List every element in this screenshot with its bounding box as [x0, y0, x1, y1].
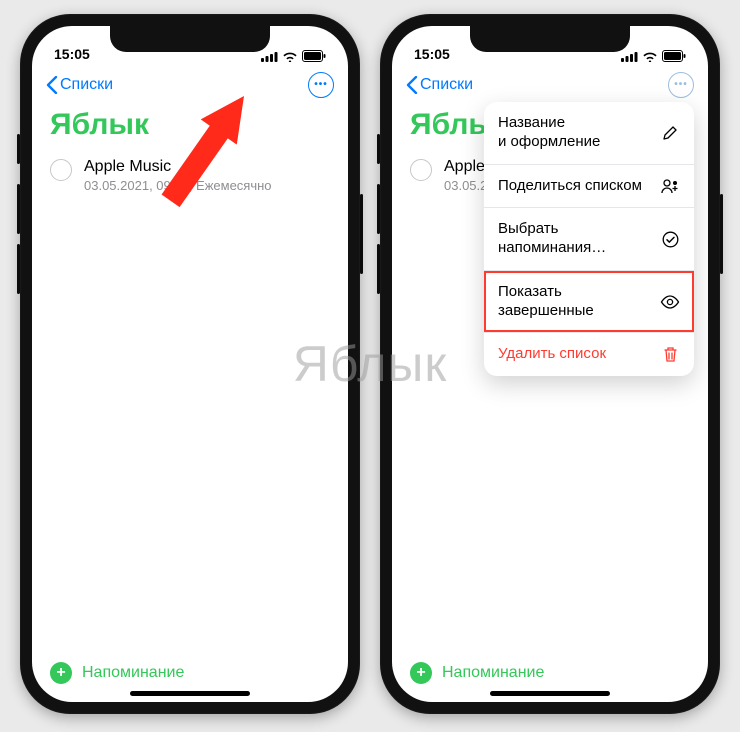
cellular-icon	[261, 51, 278, 62]
plus-icon: +	[410, 662, 432, 684]
menu-item-label: Выбрать напоминания…	[498, 220, 660, 258]
ellipsis-icon: •••	[674, 80, 688, 90]
menu-item-delete-list[interactable]: Удалить список	[484, 333, 694, 376]
menu-item-label: Название и оформление	[498, 114, 660, 152]
wifi-icon	[642, 51, 658, 62]
battery-icon	[302, 50, 326, 62]
notch	[470, 26, 630, 52]
status-time: 15:05	[54, 46, 90, 62]
complete-toggle[interactable]	[50, 159, 72, 181]
new-reminder-label: Напоминание	[442, 664, 544, 682]
ellipsis-icon: •••	[314, 80, 328, 90]
home-indicator[interactable]	[490, 691, 610, 696]
back-label: Списки	[60, 76, 113, 94]
menu-item-select-reminders[interactable]: Выбрать напоминания…	[484, 208, 694, 271]
phone-left: 15:05 Списки ••• Яблык	[20, 14, 360, 714]
new-reminder-label: Напоминание	[82, 664, 184, 682]
menu-item-name-appearance[interactable]: Название и оформление	[484, 102, 694, 165]
share-people-icon	[660, 178, 680, 194]
menu-item-label: Удалить список	[498, 345, 660, 364]
checkmark-circle-icon	[660, 231, 680, 248]
pencil-icon	[660, 125, 680, 141]
more-button[interactable]: •••	[308, 72, 334, 98]
battery-icon	[662, 50, 686, 62]
complete-toggle[interactable]	[410, 159, 432, 181]
menu-item-label: Показать завершенные	[498, 283, 660, 321]
plus-icon: +	[50, 662, 72, 684]
menu-item-share-list[interactable]: Поделиться списком	[484, 165, 694, 209]
menu-item-label: Поделиться списком	[498, 177, 660, 196]
wifi-icon	[282, 51, 298, 62]
status-icons	[621, 50, 686, 62]
menu-item-show-completed[interactable]: Показать завершенные	[484, 271, 694, 334]
phone-right: 15:05 Списки ••• Яблык	[380, 14, 720, 714]
cellular-icon	[621, 51, 638, 62]
status-icons	[261, 50, 326, 62]
home-indicator[interactable]	[130, 691, 250, 696]
back-button[interactable]: Списки	[46, 76, 113, 94]
trash-icon	[660, 346, 680, 363]
status-time: 15:05	[414, 46, 450, 62]
back-label: Списки	[420, 76, 473, 94]
notch	[110, 26, 270, 52]
context-menu: Название и оформление Поделиться списком…	[484, 102, 694, 376]
more-button[interactable]: •••	[668, 72, 694, 98]
back-button[interactable]: Списки	[406, 76, 473, 94]
chevron-left-icon	[406, 76, 418, 94]
chevron-left-icon	[46, 76, 58, 94]
eye-icon	[660, 295, 680, 309]
